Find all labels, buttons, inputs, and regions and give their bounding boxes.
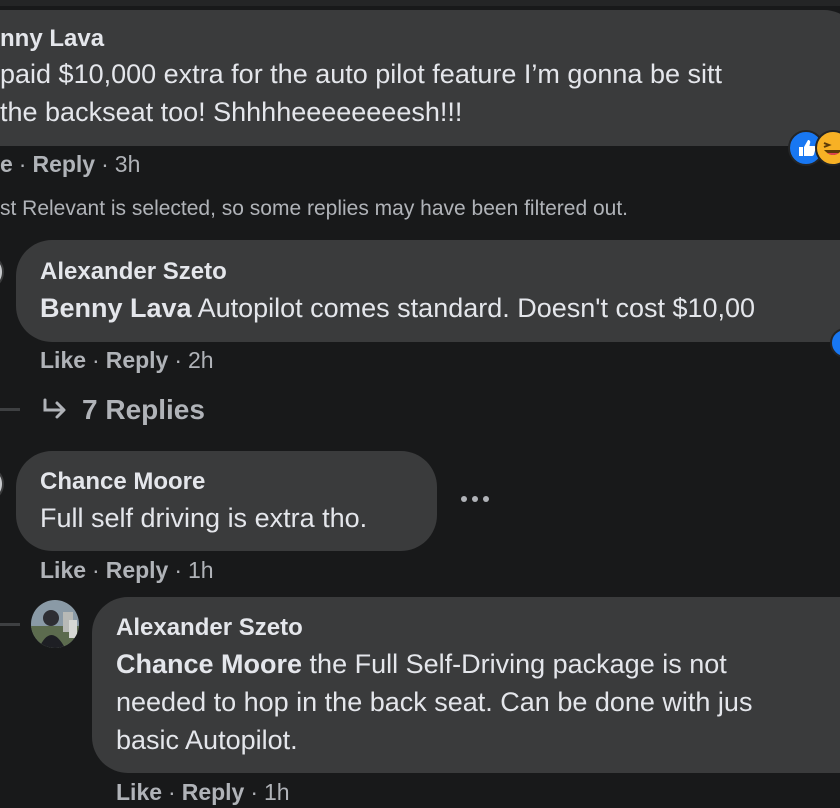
like-action[interactable]: e <box>0 151 13 177</box>
reply-action[interactable]: Reply <box>106 557 169 583</box>
separator: · <box>168 779 176 805</box>
comment-author[interactable]: Alexander Szeto <box>40 258 227 286</box>
comment-meta: Like · Reply · 2h <box>40 346 214 374</box>
separator: · <box>174 557 183 583</box>
comment-timestamp[interactable]: 3h <box>115 151 141 177</box>
mention-link[interactable]: Chance Moore <box>116 649 302 679</box>
separator: · <box>101 151 109 177</box>
separator: · <box>92 557 100 583</box>
comment-text: Full self driving is extra tho. <box>40 503 368 533</box>
view-replies-button[interactable]: 7 Replies <box>40 390 205 430</box>
thread-connector <box>0 408 20 411</box>
comment-text-line: needed to hop in the back seat. Can be d… <box>116 687 753 717</box>
comments-panel: nny Lava paid $10,000 extra for the auto… <box>0 0 840 808</box>
more-options-button[interactable] <box>455 484 495 514</box>
like-action[interactable]: Like <box>40 557 86 583</box>
comment-meta: Like · Reply · 1h <box>116 778 290 806</box>
comment-text-line: paid $10,000 extra for the auto pilot fe… <box>0 59 722 89</box>
more-options-icon <box>461 496 489 502</box>
like-action[interactable]: Like <box>40 347 86 373</box>
comment-text-line: Benny Lava Autopilot comes standard. Doe… <box>40 290 755 326</box>
separator: · <box>92 347 100 373</box>
comment-meta: e · Reply · 3h <box>0 150 140 178</box>
separator: · <box>18 151 27 177</box>
like-action[interactable]: Like <box>116 779 162 805</box>
top-divider <box>0 0 840 6</box>
separator: · <box>174 347 183 373</box>
comment-meta: Like · Reply · 1h <box>40 556 214 584</box>
haha-reaction-icon[interactable] <box>815 130 840 166</box>
comment-text-line: Chance Moore the Full Self-Driving packa… <box>116 646 727 682</box>
separator: · <box>250 779 259 805</box>
reply-action[interactable]: Reply <box>106 347 169 373</box>
like-reaction-icon[interactable] <box>830 328 840 358</box>
reply-action[interactable]: Reply <box>32 151 95 177</box>
comment-text-line: the backseat too! Shhhheeeeeeeesh!!! <box>0 97 463 127</box>
mention-link[interactable]: Benny Lava <box>40 293 192 323</box>
reply-action[interactable]: Reply <box>182 779 245 805</box>
thread-connector <box>0 623 20 626</box>
comment-author[interactable]: Chance Moore <box>40 468 205 496</box>
comment-text: Autopilot comes standard. Doesn't cost $… <box>191 293 756 323</box>
comment-text-line: basic Autopilot. <box>116 725 298 755</box>
avatar[interactable] <box>0 466 4 502</box>
comment-timestamp[interactable]: 2h <box>188 347 214 373</box>
comment-text: the Full Self-Driving package is not <box>302 649 727 679</box>
comment-timestamp[interactable]: 1h <box>188 557 214 583</box>
replies-count-label: 7 Replies <box>82 394 205 425</box>
avatar[interactable] <box>0 254 4 290</box>
comment-author[interactable]: nny Lava <box>0 25 104 53</box>
avatar[interactable] <box>31 600 79 648</box>
comment-timestamp[interactable]: 1h <box>264 779 290 805</box>
comment-author[interactable]: Alexander Szeto <box>116 614 303 642</box>
reply-arrow-icon <box>43 398 66 419</box>
filter-notice: st Relevant is selected, so some replies… <box>0 197 628 220</box>
